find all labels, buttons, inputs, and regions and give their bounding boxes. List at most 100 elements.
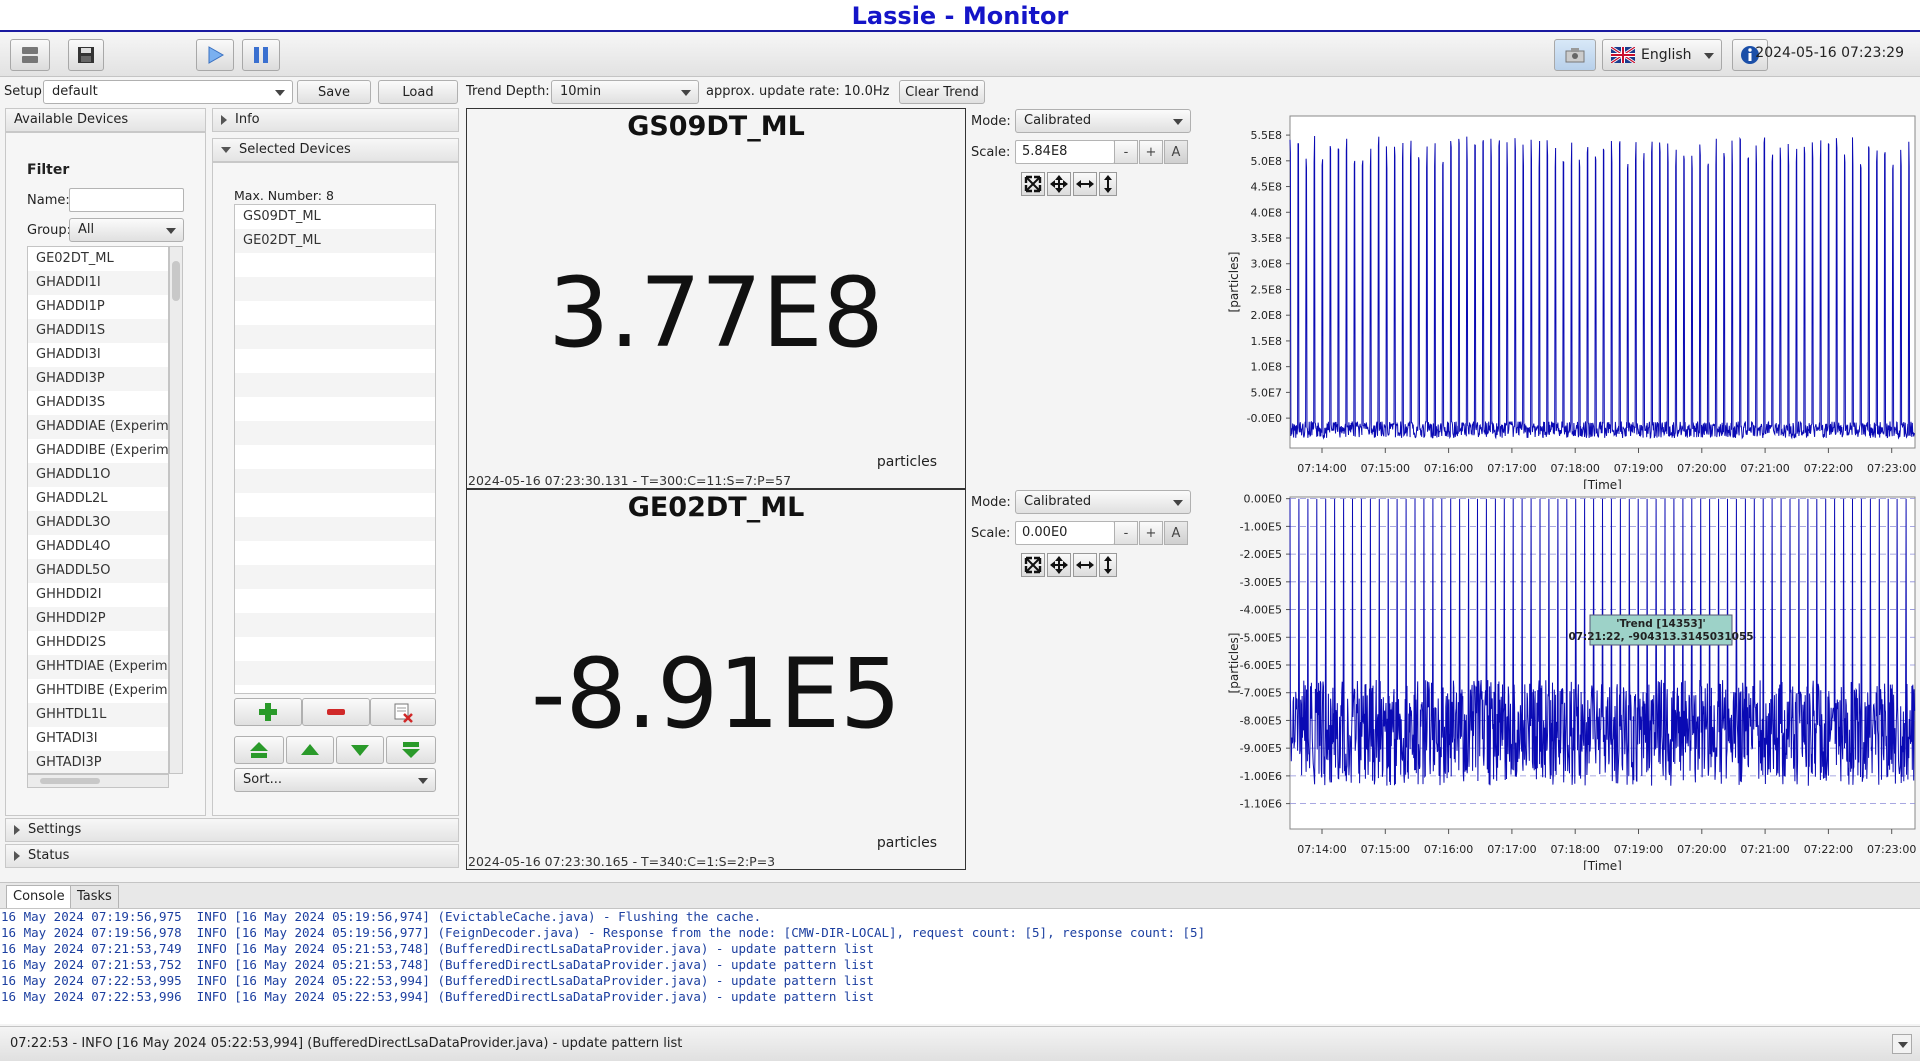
selected-device-item[interactable]: [235, 325, 435, 349]
move-up-button[interactable]: [286, 736, 334, 764]
available-devices-list[interactable]: GE02DT_ML GHADDI1I GHADDI1P GHADDI1S GHADDI3…: [27, 246, 169, 774]
move-top-button[interactable]: [234, 736, 284, 764]
trend-chart-2[interactable]: 0.00E0 -1.00E5 -2.00E5 -3.00E5 -4.00E5 -5.00E…: [1200, 489, 1918, 870]
tab-console[interactable]: Console: [6, 885, 72, 909]
device-list-item[interactable]: GE02DT_ML: [28, 247, 168, 271]
selected-device-item[interactable]: [235, 469, 435, 493]
selected-device-item[interactable]: [235, 565, 435, 589]
settings-section-header[interactable]: Settings: [5, 818, 459, 842]
scale-input[interactable]: 0.00E0: [1015, 521, 1115, 545]
name-filter-input[interactable]: [69, 188, 184, 212]
device-list-item[interactable]: GHADDI3I: [28, 343, 168, 367]
device-list-item[interactable]: GHADDIBE (Experimer: [28, 439, 168, 463]
device-list-item[interactable]: GHHTDL1L: [28, 703, 168, 727]
selected-devices-header[interactable]: Selected Devices: [212, 138, 459, 162]
selected-device-item[interactable]: [235, 541, 435, 565]
sort-combo[interactable]: Sort...: [234, 768, 436, 792]
setup-combo[interactable]: default: [43, 80, 293, 104]
pan-button[interactable]: [1047, 172, 1071, 196]
selected-device-item[interactable]: [235, 397, 435, 421]
x-tick-label: 07:19:00: [1614, 462, 1663, 475]
chevron-down-icon: [1704, 53, 1714, 59]
selected-devices-list[interactable]: GS09DT_ML GE02DT_ML: [234, 204, 436, 694]
device-list-item[interactable]: GHADDL4O: [28, 535, 168, 559]
info-section-header[interactable]: Info: [212, 108, 459, 132]
selected-device-item[interactable]: [235, 517, 435, 541]
device-list-item[interactable]: GHTADI3P: [28, 751, 168, 773]
scale-increase-button[interactable]: +: [1139, 140, 1163, 164]
zoom-horizontal-button[interactable]: [1073, 553, 1097, 577]
save-toolbar-button[interactable]: [68, 39, 104, 71]
add-device-button[interactable]: [234, 698, 302, 726]
device-list-item[interactable]: GHADDI1S: [28, 319, 168, 343]
device-list-item[interactable]: GHHTDIAE (Experimer: [28, 655, 168, 679]
clear-list-button[interactable]: [370, 698, 436, 726]
scale-auto-button[interactable]: A: [1164, 521, 1188, 545]
language-select[interactable]: English: [1602, 39, 1722, 71]
zoom-horizontal-button[interactable]: [1073, 172, 1097, 196]
device-list-item[interactable]: GHADDL1O: [28, 463, 168, 487]
device-list-item[interactable]: GHADDL2L: [28, 487, 168, 511]
zoom-vertical-button[interactable]: [1099, 172, 1117, 196]
scale-auto-button[interactable]: A: [1164, 140, 1188, 164]
selected-device-item[interactable]: [235, 277, 435, 301]
selected-device-item[interactable]: [235, 493, 435, 517]
connect-button[interactable]: [10, 39, 50, 71]
device-list-item[interactable]: GHADDL3O: [28, 511, 168, 535]
available-list-hscrollbar[interactable]: [27, 774, 169, 788]
remove-device-button[interactable]: [302, 698, 370, 726]
scale-input[interactable]: 5.84E8: [1015, 140, 1115, 164]
scale-decrease-button[interactable]: -: [1114, 521, 1138, 545]
play-button[interactable]: [196, 39, 234, 71]
screenshot-button[interactable]: [1554, 39, 1596, 71]
tab-tasks[interactable]: Tasks: [70, 885, 119, 909]
x-tick-label: 07:15:00: [1361, 462, 1410, 475]
selected-device-item[interactable]: [235, 421, 435, 445]
device-list-item[interactable]: GHADDI1I: [28, 271, 168, 295]
device-list-item[interactable]: GHADDI1P: [28, 295, 168, 319]
device-list-item[interactable]: GHADDL5O: [28, 559, 168, 583]
trend-chart-1[interactable]: -0.0E0 5.0E7 1.0E8 1.5E8 2.0E8 2.5E8 3.0E8 3.5E…: [1200, 108, 1918, 489]
device-list-item[interactable]: GHHTDIBE (Experimer: [28, 679, 168, 703]
device-list-item[interactable]: GHHDDI2P: [28, 607, 168, 631]
scrollbar-thumb[interactable]: [172, 261, 180, 301]
selected-device-item[interactable]: [235, 301, 435, 325]
selected-device-item[interactable]: GS09DT_ML: [235, 205, 435, 229]
clear-trend-button[interactable]: Clear Trend: [899, 80, 985, 104]
setup-load-button[interactable]: Load: [378, 80, 458, 104]
selected-device-item[interactable]: [235, 613, 435, 637]
device-list-item[interactable]: GHADDI3P: [28, 367, 168, 391]
selected-device-item[interactable]: [235, 373, 435, 397]
selected-device-item[interactable]: [235, 253, 435, 277]
device-list-item[interactable]: GHHDDI2S: [28, 631, 168, 655]
device-list-item[interactable]: GHTADI3I: [28, 727, 168, 751]
scale-increase-button[interactable]: +: [1139, 521, 1163, 545]
available-list-vscrollbar[interactable]: [169, 246, 183, 774]
zoom-fit-button[interactable]: [1021, 172, 1045, 196]
selected-device-item[interactable]: [235, 637, 435, 661]
selected-device-item[interactable]: [235, 661, 435, 685]
group-filter-combo[interactable]: All: [69, 218, 184, 242]
mode-combo[interactable]: Calibrated: [1015, 109, 1191, 133]
zoom-vertical-button[interactable]: [1099, 553, 1117, 577]
scrollbar-thumb[interactable]: [40, 778, 100, 784]
setup-save-button[interactable]: Save: [297, 80, 371, 104]
mode-combo[interactable]: Calibrated: [1015, 490, 1191, 514]
device-list-item[interactable]: GHADDI3S: [28, 391, 168, 415]
selected-device-item[interactable]: [235, 589, 435, 613]
status-expand-button[interactable]: [1892, 1034, 1912, 1054]
status-section-header[interactable]: Status: [5, 844, 459, 868]
scale-decrease-button[interactable]: -: [1114, 140, 1138, 164]
move-down-button[interactable]: [336, 736, 384, 764]
selected-device-item[interactable]: [235, 445, 435, 469]
device-list-item[interactable]: GHHDDI2I: [28, 583, 168, 607]
pause-button[interactable]: [242, 39, 280, 71]
selected-device-item[interactable]: GE02DT_ML: [235, 229, 435, 253]
device-list-item[interactable]: GHADDIAE (Experimer: [28, 415, 168, 439]
pan-button[interactable]: [1047, 553, 1071, 577]
move-bottom-button[interactable]: [386, 736, 436, 764]
selected-device-item[interactable]: [235, 349, 435, 373]
trend-depth-combo[interactable]: 10min: [551, 80, 699, 104]
vertical-arrows-icon: [1104, 556, 1112, 574]
zoom-fit-button[interactable]: [1021, 553, 1045, 577]
